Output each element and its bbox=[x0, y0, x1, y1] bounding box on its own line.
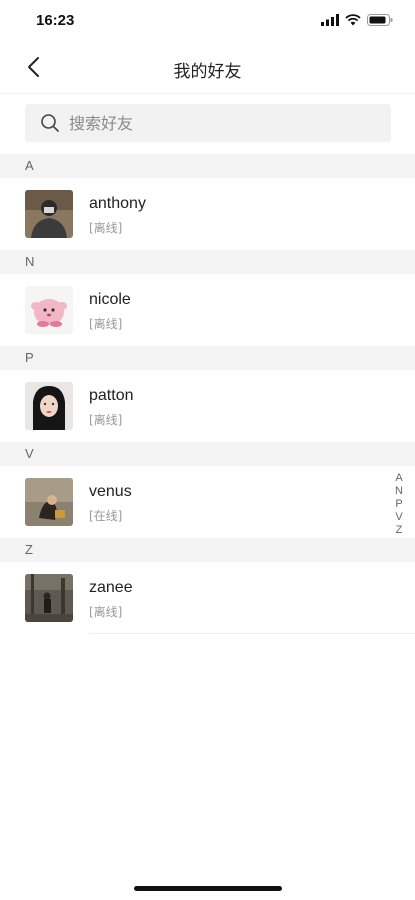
friend-status: [在线] bbox=[89, 509, 123, 523]
friend-row-zanee[interactable]: zanee [离线] bbox=[25, 562, 415, 634]
wifi-icon bbox=[345, 14, 361, 26]
section-header-p: P bbox=[0, 346, 415, 370]
friend-row-venus[interactable]: venus [在线] bbox=[0, 466, 415, 538]
avatar bbox=[25, 478, 73, 526]
signal-icon bbox=[321, 14, 339, 26]
friend-status: [离线] bbox=[89, 221, 123, 235]
avatar bbox=[25, 190, 73, 238]
section-header-v: V bbox=[0, 442, 415, 466]
section-header-n: N bbox=[0, 250, 415, 274]
index-letter-p[interactable]: P bbox=[395, 498, 402, 511]
friend-list: A anthony [离线] N nicole [离线] P patton [离… bbox=[0, 154, 415, 634]
friend-status: [离线] bbox=[89, 317, 123, 331]
avatar bbox=[25, 286, 73, 334]
alphabet-index[interactable]: A N P V Z bbox=[394, 472, 404, 537]
status-icons bbox=[321, 14, 393, 26]
friend-name: nicole bbox=[89, 291, 131, 308]
search-box[interactable] bbox=[25, 104, 391, 142]
home-indicator bbox=[134, 886, 282, 891]
index-letter-a[interactable]: A bbox=[395, 472, 402, 485]
friend-name: anthony bbox=[89, 195, 146, 212]
friend-row-patton[interactable]: patton [离线] bbox=[0, 370, 415, 442]
friend-row-anthony[interactable]: anthony [离线] bbox=[0, 178, 415, 250]
index-letter-z[interactable]: Z bbox=[396, 524, 403, 537]
avatar bbox=[25, 382, 73, 430]
battery-icon bbox=[367, 14, 393, 26]
friend-status: [离线] bbox=[89, 605, 123, 619]
index-letter-n[interactable]: N bbox=[395, 485, 403, 498]
friend-name: patton bbox=[89, 387, 134, 404]
avatar bbox=[25, 574, 73, 622]
page-title: 我的好友 bbox=[173, 62, 242, 82]
status-bar: 16:23 bbox=[0, 0, 415, 44]
friend-name: zanee bbox=[89, 579, 133, 596]
section-header-a: A bbox=[0, 154, 415, 178]
friend-name: venus bbox=[89, 483, 132, 500]
search-icon bbox=[39, 112, 61, 134]
status-time: 16:23 bbox=[36, 12, 75, 29]
friend-status: [离线] bbox=[89, 413, 123, 427]
friend-row-nicole[interactable]: nicole [离线] bbox=[0, 274, 415, 346]
section-header-z: Z bbox=[0, 538, 415, 562]
search-input[interactable] bbox=[69, 113, 349, 133]
index-letter-v[interactable]: V bbox=[395, 511, 402, 524]
nav-bar: 我的好友 bbox=[0, 44, 415, 94]
